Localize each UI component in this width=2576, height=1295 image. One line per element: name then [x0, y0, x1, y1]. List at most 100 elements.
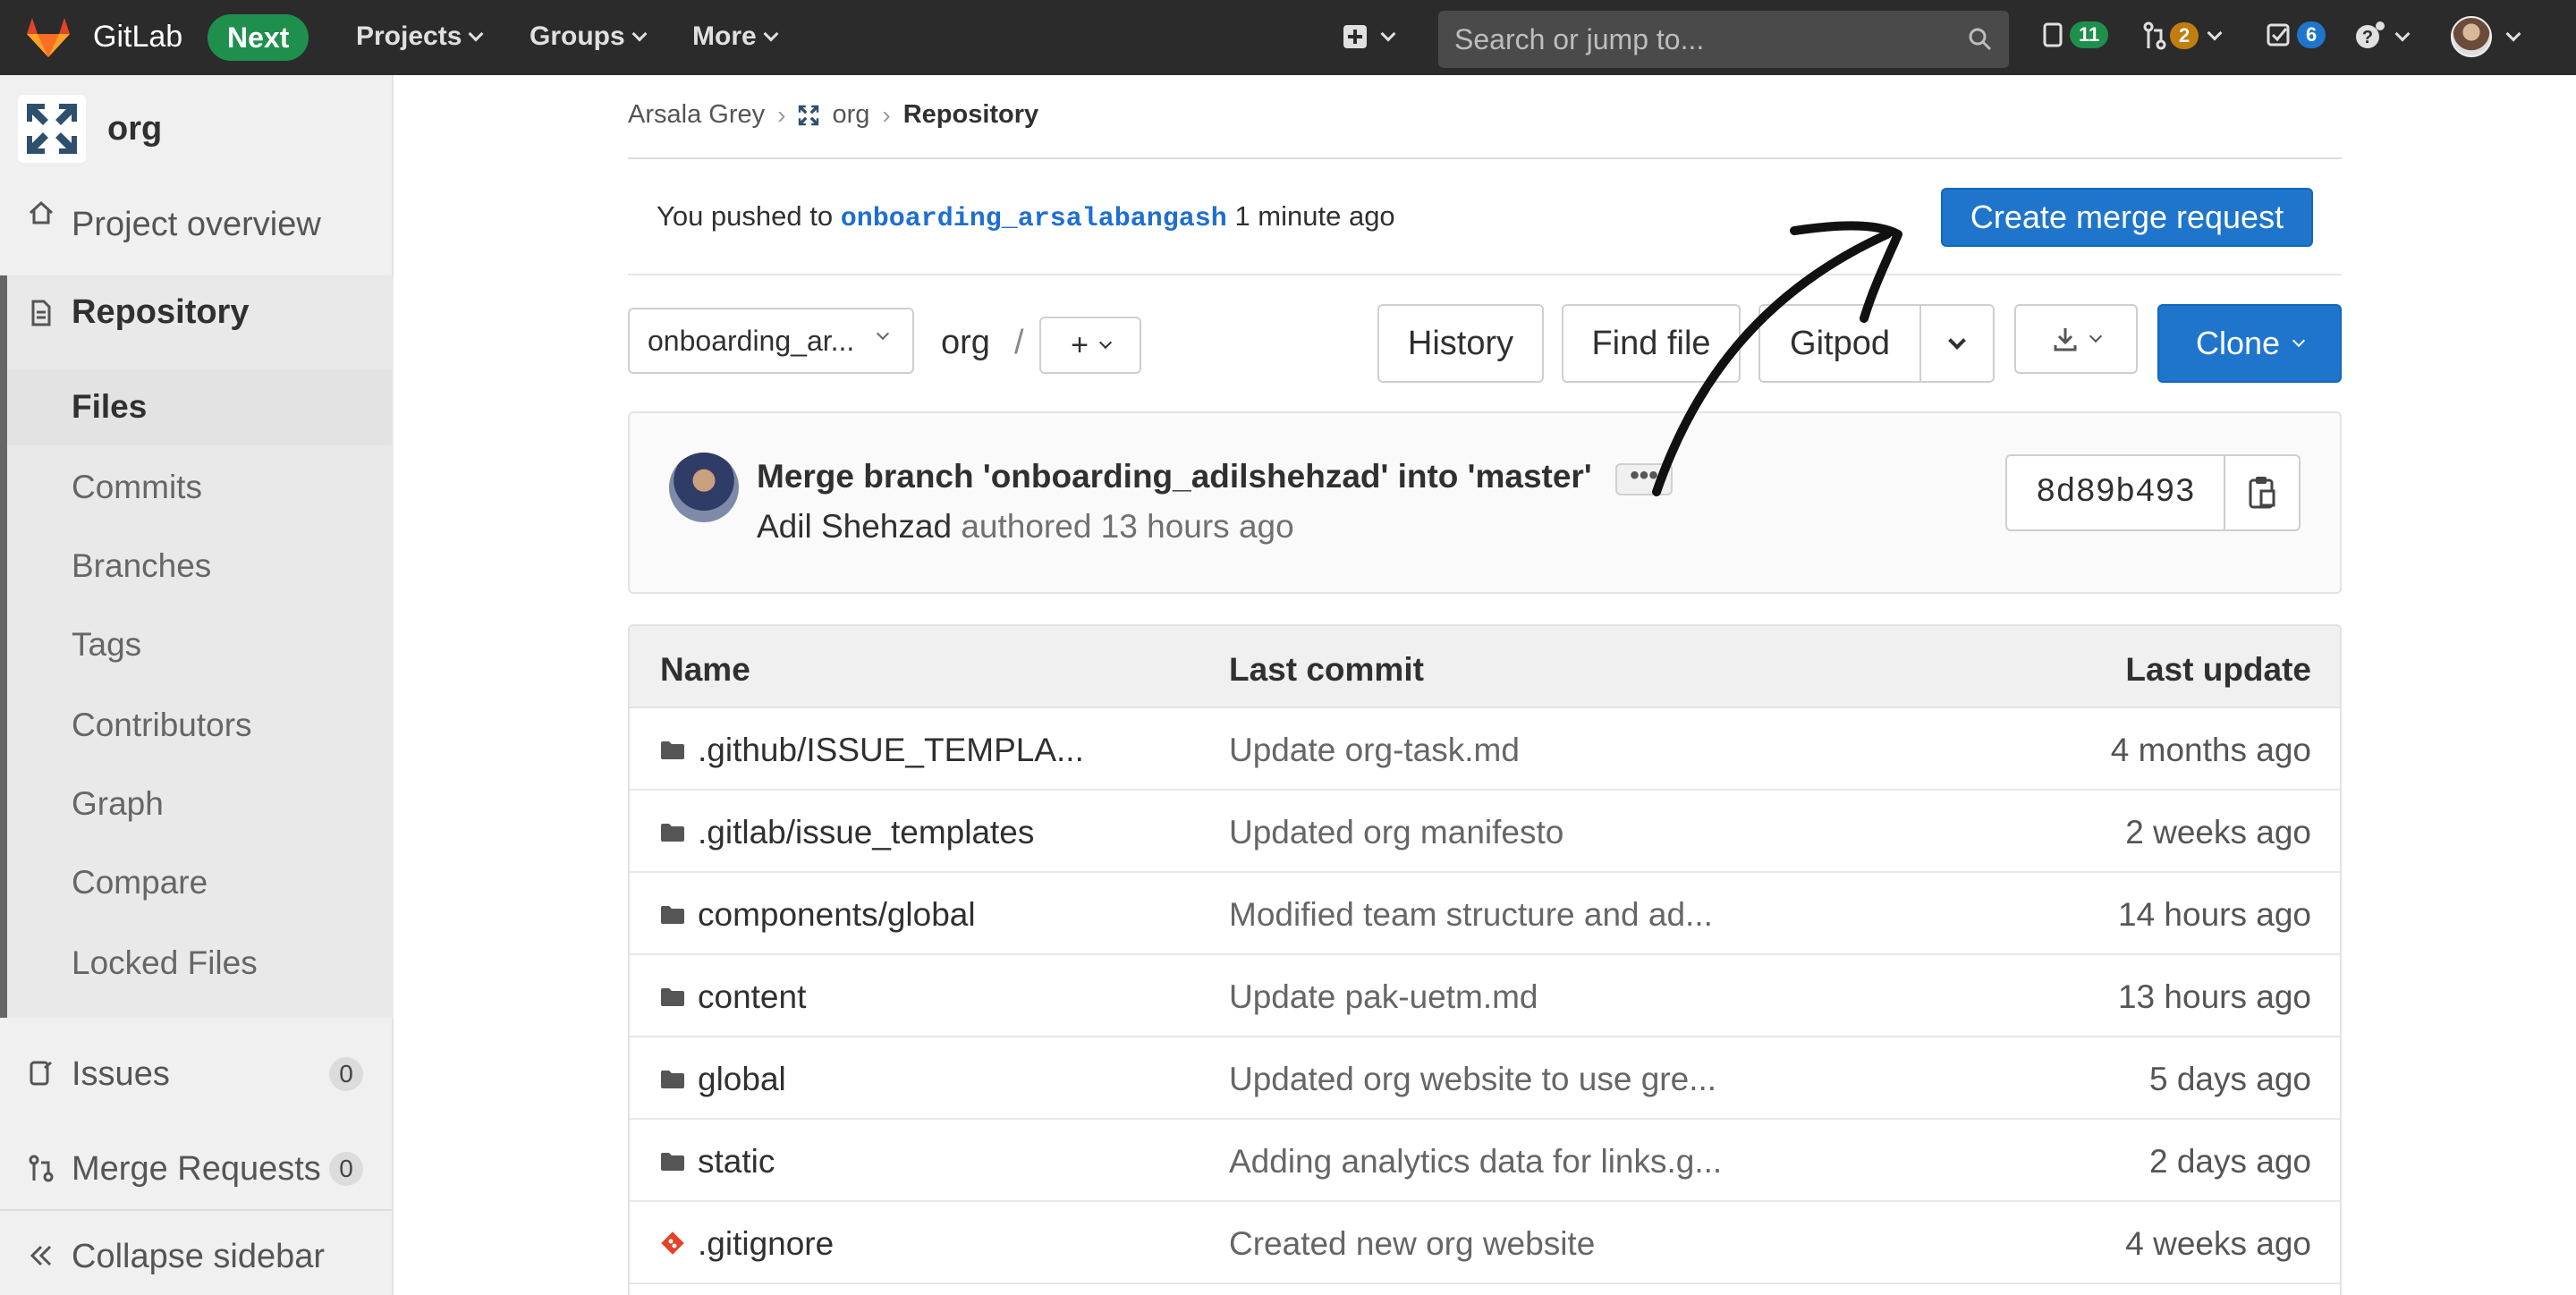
divider [628, 157, 2342, 159]
file-name-link[interactable]: .gitignore [698, 1225, 834, 1263]
commit-title-link[interactable]: Merge branch 'onboarding_adilshehzad' in… [757, 458, 1592, 495]
sidebar-item-project-overview[interactable]: Project overview [0, 184, 392, 265]
sidebar-item-repository[interactable]: Repository [0, 275, 392, 354]
clone-dropdown-button[interactable]: Clone [2157, 304, 2342, 383]
sidebar-item-tags[interactable]: Tags [7, 606, 392, 683]
file-commit-link[interactable]: Update pak-uetm.md [1229, 978, 1538, 1016]
file-name-link[interactable]: components/global [698, 896, 976, 934]
file-commit-link[interactable]: Created new org website [1229, 1225, 1595, 1263]
sidebar-item-contributors[interactable]: Contributors [7, 687, 392, 764]
breadcrumb-current[interactable]: Repository [903, 100, 1038, 130]
file-name-link[interactable]: global [698, 1061, 786, 1098]
file-name-link[interactable]: .github/ISSUE_TEMPLA... [698, 732, 1084, 769]
merge-requests-nav-button[interactable]: 2 [2143, 21, 2223, 50]
gitpod-dropdown-button[interactable] [1919, 304, 1995, 383]
copy-sha-button[interactable] [2224, 454, 2301, 531]
download-dropdown-button[interactable] [2014, 304, 2138, 374]
repo-path[interactable]: org [941, 324, 990, 362]
sidebar-item-label: Repository [72, 293, 250, 331]
sidebar-item-commits[interactable]: Commits [7, 449, 392, 526]
clipboard-icon [2249, 477, 2275, 509]
toggle-commit-description-button[interactable]: ••• [1615, 462, 1673, 495]
user-menu[interactable] [2451, 16, 2521, 57]
branch-selector[interactable]: onboarding_ar... [628, 308, 914, 374]
table-row[interactable]: .github/ISSUE_TEMPLA... Update org-task.… [630, 708, 2340, 791]
add-to-tree-dropdown[interactable]: + [1039, 317, 1141, 374]
file-commit-link[interactable]: Updated org website to use gre... [1229, 1061, 1716, 1098]
mr-count-badge: 0 [329, 1152, 363, 1186]
table-row[interactable]: content Update pak-uetm.md 13 hours ago [630, 955, 2340, 1037]
table-row[interactable]: .gitlab/issue_templates Updated org mani… [630, 791, 2340, 873]
create-merge-request-button[interactable]: Create merge request [1941, 188, 2313, 247]
sidebar-item-graph[interactable]: Graph [7, 766, 392, 842]
chevron-down-icon [2089, 329, 2103, 343]
last-commit-panel: Merge branch 'onboarding_adilshehzad' in… [628, 411, 2342, 594]
brand-name[interactable]: GitLab [93, 20, 182, 55]
sidebar-item-label: Tags [72, 626, 142, 663]
file-updated-time: 2 weeks ago [2125, 814, 2311, 851]
file-commit-link[interactable]: Modified team structure and ad... [1229, 896, 1713, 934]
groups-menu[interactable]: Groups [530, 21, 648, 52]
collapse-sidebar-button[interactable]: Collapse sidebar [0, 1211, 392, 1295]
push-prefix: You pushed to [657, 200, 834, 232]
pushed-branch-link[interactable]: onboarding_arsalabangash [841, 204, 1227, 234]
download-icon [2054, 328, 2077, 351]
sidebar-item-merge-requests[interactable]: Merge Requests 0 [0, 1123, 392, 1213]
author-avatar[interactable] [669, 453, 739, 522]
file-updated-time: 4 months ago [2110, 732, 2311, 768]
sidebar-item-label: Graph [72, 785, 164, 822]
projects-menu[interactable]: Projects [356, 21, 484, 52]
file-tree-table: Name Last commit Last update .github/ISS… [628, 624, 2342, 1295]
file-name-link[interactable]: static [698, 1143, 775, 1181]
todos-nav-button[interactable]: 6 [2267, 21, 2326, 48]
sidebar-item-compare[interactable]: Compare [7, 844, 392, 921]
double-chevron-left-icon [30, 1245, 52, 1266]
user-avatar [2451, 16, 2492, 57]
gitpod-button[interactable]: Gitpod [1758, 304, 1921, 383]
sidebar-item-branches[interactable]: Branches [7, 528, 392, 605]
file-name-link[interactable]: content [698, 978, 806, 1016]
history-button[interactable]: History [1377, 304, 1544, 383]
breadcrumb-owner[interactable]: Arsala Grey [628, 100, 765, 130]
file-commit-link[interactable]: Update org-task.md [1229, 732, 1520, 769]
project-sidebar: org Project overview Repository Files Co… [0, 75, 394, 1295]
file-name-link[interactable]: .gitlab/issue_templates [698, 814, 1034, 851]
help-menu[interactable]: ? [2354, 21, 2411, 52]
find-file-button[interactable]: Find file [1562, 304, 1741, 383]
table-row[interactable]: .gitignore Created new org website 4 wee… [630, 1202, 2340, 1284]
more-menu[interactable]: More [692, 21, 779, 52]
issues-nav-button[interactable]: 11 [2043, 21, 2109, 48]
file-commit-link[interactable]: Updated org manifesto [1229, 814, 1563, 851]
commit-sha[interactable]: 8d89b493 [2005, 454, 2225, 531]
sidebar-item-label: Locked Files [72, 944, 258, 981]
file-updated-time: 14 hours ago [2117, 896, 2311, 933]
sidebar-item-files[interactable]: Files [7, 368, 392, 445]
gitlab-logo-icon[interactable] [25, 16, 72, 59]
clone-label: Clone [2195, 325, 2281, 361]
svg-text:?: ? [2362, 28, 2373, 47]
folder-icon [661, 1071, 684, 1088]
search-input[interactable] [1454, 20, 1955, 59]
sidebar-item-issues[interactable]: Issues 0 [0, 1028, 392, 1118]
path-separator: / [1014, 324, 1024, 361]
project-avatar [18, 95, 86, 163]
issues-count-badge: 11 [2070, 21, 2109, 48]
branch-selector-label: onboarding_ar... [648, 324, 855, 357]
table-row[interactable]: components/global Modified team structur… [630, 873, 2340, 955]
file-commit-link[interactable]: Adding analytics data for links.g... [1229, 1143, 1722, 1181]
sidebar-item-locked-files[interactable]: Locked Files [7, 925, 392, 1002]
next-badge[interactable]: Next [208, 14, 309, 61]
project-header[interactable]: org [18, 95, 162, 163]
issues-icon [30, 1061, 52, 1086]
new-dropdown[interactable] [1342, 23, 1396, 50]
todo-count-badge: 6 [2297, 21, 2326, 48]
commit-author-link[interactable]: Adil Shehzad [757, 508, 952, 545]
breadcrumb-project[interactable]: org [832, 100, 869, 130]
search-box[interactable] [1438, 11, 2009, 68]
folder-icon [661, 741, 684, 759]
chevron-down-icon [2505, 26, 2521, 42]
table-row[interactable]: global Updated org website to use gre...… [630, 1037, 2340, 1120]
table-row[interactable]: static Adding analytics data for links.g… [630, 1120, 2340, 1202]
table-header: Name Last commit Last update [630, 626, 2340, 708]
chevron-down-icon [1380, 26, 1396, 42]
